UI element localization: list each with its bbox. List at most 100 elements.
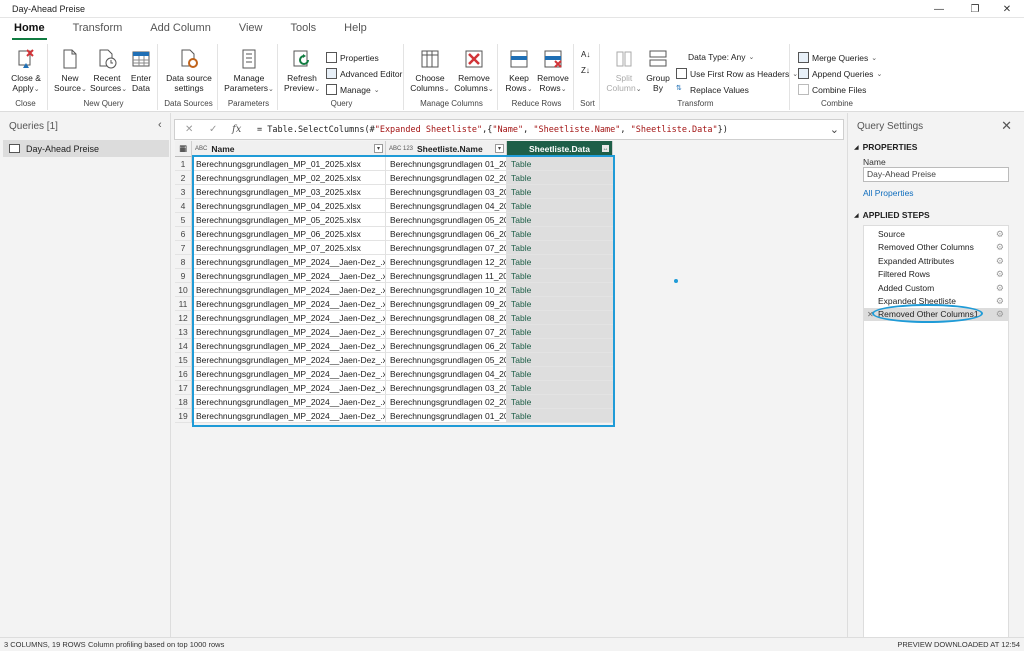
new-source-button[interactable]: New Source⌄ <box>54 48 87 95</box>
cell-sheetliste-data[interactable]: Table <box>507 297 613 311</box>
row-number[interactable]: 19 <box>175 409 192 423</box>
cell-name[interactable]: Berechnungsgrundlagen_MP_2024__Jaen-Dez_… <box>192 297 386 311</box>
restore-icon[interactable]: ❐ <box>958 0 992 18</box>
cell-sheetliste-data[interactable]: Table <box>507 367 613 381</box>
table-row[interactable]: 18 Berechnungsgrundlagen_MP_2024__Jaen-De… <box>175 395 615 409</box>
replace-values-button[interactable]: ⇅ Replace Values <box>676 84 749 95</box>
table-row[interactable]: 19 Berechnungsgrundlagen_MP_2024__Jaen-De… <box>175 409 615 423</box>
cell-sheetliste-name[interactable]: Berechnungsgrundlagen 04_2025 <box>386 199 507 213</box>
row-number[interactable]: 16 <box>175 367 192 381</box>
cell-sheetliste-name[interactable]: Berechnungsgrundlagen 03_2025 <box>386 185 507 199</box>
close-window-icon[interactable]: ✕ <box>990 0 1024 18</box>
cell-sheetliste-data[interactable]: Table <box>507 199 613 213</box>
row-number[interactable]: 15 <box>175 353 192 367</box>
query-name-field[interactable]: Day-Ahead Preise <box>863 167 1009 182</box>
cell-name[interactable]: Berechnungsgrundlagen_MP_02_2025.xlsx <box>192 171 386 185</box>
column-header-sheetliste-data[interactable]: Sheetliste.Data ↔ <box>507 141 613 157</box>
remove-rows-button[interactable]: Remove Rows⌄ <box>536 48 570 95</box>
row-number[interactable]: 9 <box>175 269 192 283</box>
column-header-name[interactable]: ABC Name ▾ <box>192 141 386 157</box>
cancel-formula-icon[interactable]: ✕ <box>185 124 193 135</box>
cell-name[interactable]: Berechnungsgrundlagen_MP_01_2025.xlsx <box>192 157 386 171</box>
cell-sheetliste-data[interactable]: Table <box>507 395 613 409</box>
row-number[interactable]: 4 <box>175 199 192 213</box>
table-row[interactable]: 15 Berechnungsgrundlagen_MP_2024__Jaen-De… <box>175 353 615 367</box>
manage-button[interactable]: Manage ⌄ <box>326 84 380 95</box>
cell-sheetliste-name[interactable]: Berechnungsgrundlagen 04_2024 <box>386 367 507 381</box>
tab-add-column[interactable]: Add Column <box>136 18 225 40</box>
cell-name[interactable]: Berechnungsgrundlagen_MP_2024__Jaen-Dez_… <box>192 353 386 367</box>
row-number[interactable]: 13 <box>175 325 192 339</box>
cell-name[interactable]: Berechnungsgrundlagen_MP_2024__Jaen-Dez_… <box>192 283 386 297</box>
keep-rows-button[interactable]: Keep Rows⌄ <box>504 48 534 95</box>
cell-sheetliste-data[interactable]: Table <box>507 255 613 269</box>
cell-sheetliste-name[interactable]: Berechnungsgrundlagen 01_2024 <box>386 409 507 423</box>
query-item[interactable]: Day-Ahead Preise <box>3 140 169 157</box>
cell-sheetliste-data[interactable]: Table <box>507 353 613 367</box>
data-type-dropdown[interactable]: Data Type: Any ⌄ <box>688 52 754 62</box>
cell-sheetliste-data[interactable]: Table <box>507 241 613 255</box>
cell-sheetliste-name[interactable]: Berechnungsgrundlagen 03_2024 <box>386 381 507 395</box>
cell-sheetliste-data[interactable]: Table <box>507 409 613 423</box>
cell-sheetliste-data[interactable]: Table <box>507 325 613 339</box>
enter-data-button[interactable]: Enter Data <box>128 48 154 93</box>
row-number[interactable]: 7 <box>175 241 192 255</box>
cell-sheetliste-name[interactable]: Berechnungsgrundlagen 06_2025 <box>386 227 507 241</box>
profiling-status[interactable]: Column profiling based on top 1000 rows <box>88 638 224 651</box>
applied-step[interactable]: Expanded Attributes ⚙ <box>864 255 1008 268</box>
applied-step[interactable]: Filtered Rows ⚙ <box>864 268 1008 281</box>
row-number[interactable]: 8 <box>175 255 192 269</box>
sort-descending-icon[interactable]: Z↓ <box>581 66 590 75</box>
group-by-button[interactable]: Group By <box>644 48 672 93</box>
table-row[interactable]: 7 Berechnungsgrundlagen_MP_07_2025.xlsx Be… <box>175 241 615 255</box>
cell-sheetliste-data[interactable]: Table <box>507 283 613 297</box>
table-menu-icon[interactable]: ▦ <box>175 141 192 157</box>
tab-home[interactable]: Home <box>0 18 59 40</box>
cell-sheetliste-name[interactable]: Berechnungsgrundlagen 10_2024 <box>386 283 507 297</box>
advanced-editor-button[interactable]: Advanced Editor <box>326 68 402 79</box>
cell-sheetliste-name[interactable]: Berechnungsgrundlagen 01_2025 <box>386 157 507 171</box>
cell-sheetliste-name[interactable]: Berechnungsgrundlagen 05_2024 <box>386 353 507 367</box>
cell-sheetliste-data[interactable]: Table <box>507 227 613 241</box>
gear-icon[interactable]: ⚙ <box>996 282 1004 295</box>
table-row[interactable]: 4 Berechnungsgrundlagen_MP_04_2025.xlsx Be… <box>175 199 615 213</box>
row-number[interactable]: 6 <box>175 227 192 241</box>
choose-columns-button[interactable]: Choose Columns⌄ <box>410 48 450 95</box>
combine-files-button[interactable]: Combine Files <box>798 84 866 95</box>
cell-name[interactable]: Berechnungsgrundlagen_MP_06_2025.xlsx <box>192 227 386 241</box>
cell-sheetliste-data[interactable]: Table <box>507 311 613 325</box>
cell-sheetliste-name[interactable]: Berechnungsgrundlagen 12_2024 <box>386 255 507 269</box>
tab-view[interactable]: View <box>225 18 277 40</box>
collapse-pane-icon[interactable]: ‹ <box>158 119 162 131</box>
cell-name[interactable]: Berechnungsgrundlagen_MP_2024__Jaen-Dez_… <box>192 269 386 283</box>
cell-name[interactable]: Berechnungsgrundlagen_MP_03_2025.xlsx <box>192 185 386 199</box>
expand-formula-icon[interactable]: ⌄ <box>830 123 839 136</box>
cell-sheetliste-name[interactable]: Berechnungsgrundlagen 08_2024 <box>386 311 507 325</box>
row-number[interactable]: 17 <box>175 381 192 395</box>
cell-sheetliste-name[interactable]: Berechnungsgrundlagen 05_2025 <box>386 213 507 227</box>
refresh-preview-button[interactable]: Refresh Preview⌄ <box>284 48 320 95</box>
confirm-formula-icon[interactable]: ✓ <box>209 124 217 135</box>
applied-steps-section[interactable]: ◢ APPLIED STEPS <box>854 210 930 220</box>
close-pane-icon[interactable]: ✕ <box>1001 118 1012 134</box>
row-number[interactable]: 18 <box>175 395 192 409</box>
column-header-sheetliste-name[interactable]: ABC 123 Sheetliste.Name ▾ <box>386 141 507 157</box>
any-type-icon[interactable]: ABC 123 <box>389 146 413 152</box>
gear-icon[interactable]: ⚙ <box>996 295 1004 308</box>
cell-sheetliste-name[interactable]: Berechnungsgrundlagen 02_2025 <box>386 171 507 185</box>
cell-name[interactable]: Berechnungsgrundlagen_MP_2024__Jaen-Dez_… <box>192 339 386 353</box>
cell-sheetliste-data[interactable]: Table <box>507 381 613 395</box>
table-row[interactable]: 16 Berechnungsgrundlagen_MP_2024__Jaen-De… <box>175 367 615 381</box>
cell-sheetliste-data[interactable]: Table <box>507 171 613 185</box>
cell-name[interactable]: Berechnungsgrundlagen_MP_2024__Jaen-Dez_… <box>192 367 386 381</box>
cell-sheetliste-name[interactable]: Berechnungsgrundlagen 07_2025 <box>386 241 507 255</box>
applied-step[interactable]: Removed Other Columns ⚙ <box>864 241 1008 254</box>
cell-name[interactable]: Berechnungsgrundlagen_MP_2024__Jaen-Dez_… <box>192 381 386 395</box>
properties-section[interactable]: ◢ PROPERTIES <box>854 142 917 152</box>
row-number[interactable]: 1 <box>175 157 192 171</box>
gear-icon[interactable]: ⚙ <box>996 228 1004 241</box>
row-number[interactable]: 2 <box>175 171 192 185</box>
table-row[interactable]: 9 Berechnungsgrundlagen_MP_2024__Jaen-Dez… <box>175 269 615 283</box>
append-queries-button[interactable]: Append Queries ⌄ <box>798 68 882 79</box>
cell-name[interactable]: Berechnungsgrundlagen_MP_07_2025.xlsx <box>192 241 386 255</box>
